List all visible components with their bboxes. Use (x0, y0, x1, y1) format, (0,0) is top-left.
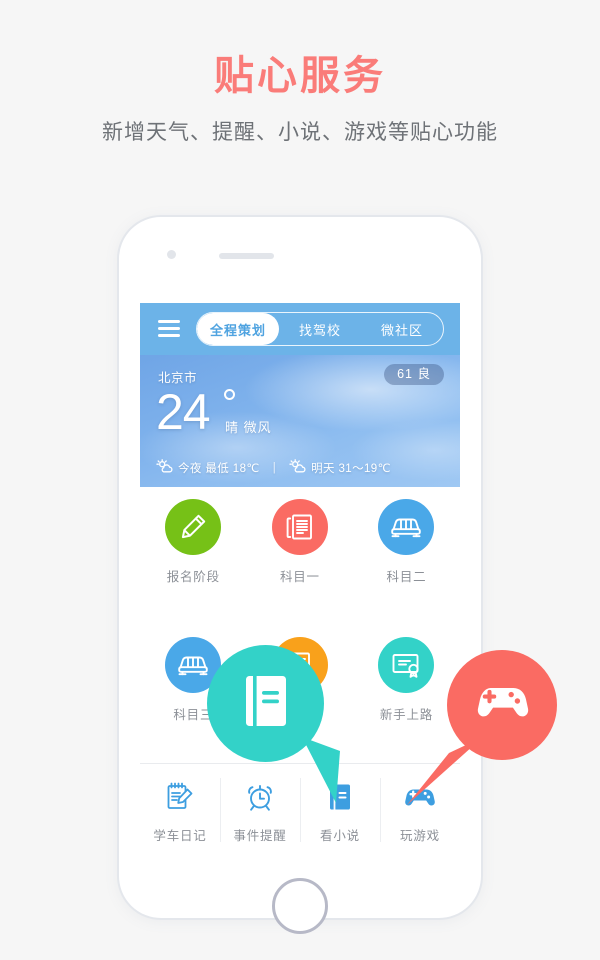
hamburger-menu-icon[interactable] (158, 320, 180, 337)
forecast-tonight: 今夜 最低 18℃ (156, 459, 260, 476)
grid-item-label: 报名阶段 (166, 570, 220, 584)
tab-label: 看小说 (320, 829, 360, 843)
nav-tab-label: 微社区 (380, 322, 423, 338)
forecast-tonight-text: 今夜 最低 18℃ (178, 462, 260, 475)
tab-xuechericj[interactable]: 学车日记 (140, 764, 220, 856)
nav-tab-group: 全程策划 找驾校 微社区 (196, 312, 444, 346)
aqi-badge: 61 良 (384, 364, 444, 385)
sun-cloud-icon (289, 459, 311, 476)
pencil-icon (165, 499, 222, 555)
notepad-pencil-icon (165, 776, 195, 818)
promo-page: 贴心服务 新增天气、提醒、小说、游戏等贴心功能 全程策划 找驾校 微社区 北京市… (0, 0, 600, 960)
tab-label: 学车日记 (153, 829, 207, 843)
forecast-tomorrow: 明天 31～19℃ (289, 459, 391, 476)
nav-tab-weishequ[interactable]: 微社区 (361, 313, 443, 345)
document-icon (271, 499, 328, 555)
game-callout[interactable] (447, 650, 557, 760)
certificate-icon (378, 637, 435, 693)
novel-callout[interactable] (207, 645, 324, 762)
nav-tab-label: 全程策划 (209, 322, 266, 338)
weather-forecast-row: 今夜 最低 18℃ | 明天 31～19℃ (156, 459, 391, 476)
nav-tab-quancheng[interactable]: 全程策划 (197, 313, 279, 345)
gamepad-icon (471, 680, 533, 731)
top-nav-bar: 全程策划 找驾校 微社区 (140, 303, 460, 355)
novel-callout-tail (300, 735, 362, 805)
tab-shijiantixing[interactable]: 事件提醒 (220, 764, 300, 856)
weather-condition: 晴 微风 (225, 420, 272, 435)
grid-item-label: 科目一 (279, 570, 320, 584)
forecast-separator: | (272, 461, 277, 474)
page-subtitle: 新增天气、提醒、小说、游戏等贴心功能 (102, 121, 498, 144)
book-icon (240, 671, 292, 736)
forecast-tomorrow-text: 明天 31～19℃ (311, 462, 391, 475)
tab-label: 事件提醒 (233, 829, 287, 843)
nav-tab-label: 找驾校 (298, 322, 341, 338)
sun-cloud-icon (156, 459, 178, 476)
weather-temperature: 24 (156, 384, 211, 440)
grid-item-kemu1[interactable]: 科目一 (247, 487, 354, 602)
weather-card[interactable]: 北京市 61 良 24 晴 微风 今夜 最低 18℃ | 明天 31～19℃ (140, 355, 460, 487)
alarm-clock-icon (245, 776, 275, 818)
grid-item-baoming[interactable]: 报名阶段 (140, 487, 247, 602)
grid-item-kemu2[interactable]: 科目二 (353, 487, 460, 602)
tab-label: 玩游戏 (400, 829, 440, 843)
nav-tab-zhaojiaxiao[interactable]: 找驾校 (279, 313, 361, 345)
page-title: 贴心服务 (214, 54, 386, 98)
grid-item-label: 新手上路 (379, 708, 434, 722)
grid-item-xinshou[interactable]: 新手上路 (353, 625, 460, 740)
home-button[interactable] (272, 878, 328, 934)
degree-symbol-icon (224, 389, 235, 400)
car-icon (378, 499, 435, 555)
speaker-grille-icon (219, 253, 274, 259)
camera-dot-icon (167, 250, 176, 259)
grid-item-label: 科目二 (386, 570, 427, 584)
